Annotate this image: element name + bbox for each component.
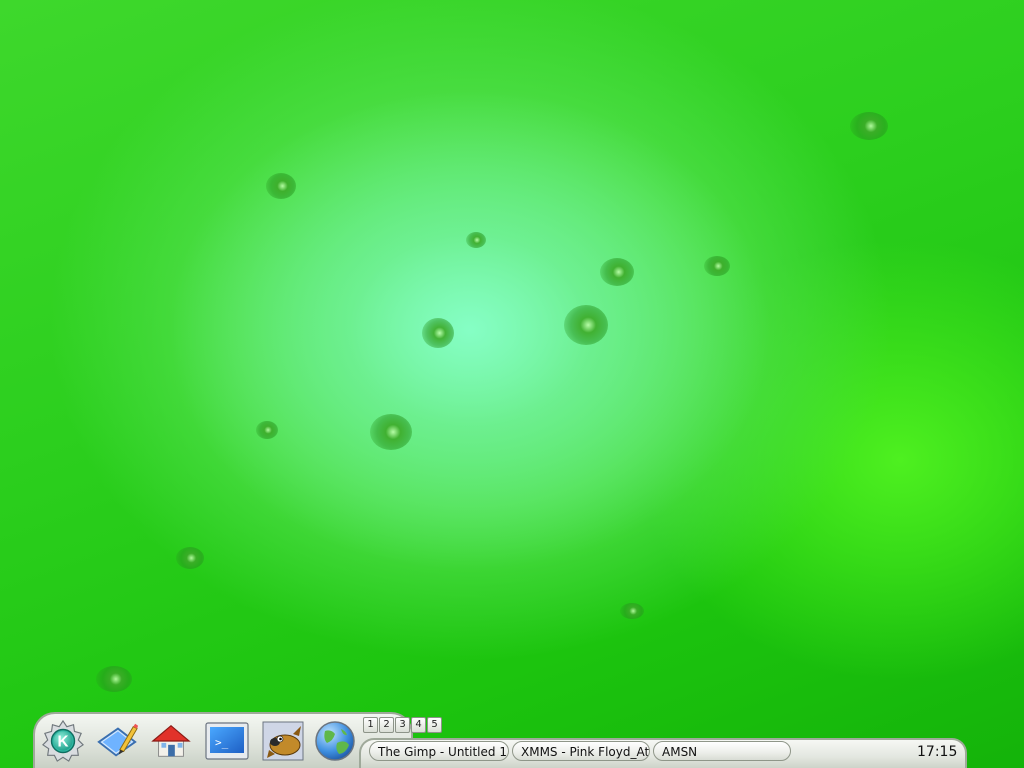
wallpaper-bubble	[370, 414, 412, 450]
gimp-wilber-icon	[262, 721, 304, 761]
wallpaper-bubble	[422, 318, 454, 348]
pager-desktop-2[interactable]: 2	[379, 717, 394, 733]
clock[interactable]: 17:15	[917, 744, 957, 760]
task-list: The Gimp - Untitled 1 XMMS - Pink Floyd_…	[369, 741, 791, 761]
pager-desktop-4[interactable]: 4	[411, 717, 426, 733]
gimp-button[interactable]	[261, 720, 305, 762]
wallpaper-bubble	[466, 232, 486, 248]
pager-desktop-5[interactable]: 5	[427, 717, 442, 733]
wallpaper-bubble	[850, 112, 888, 140]
terminal-icon: >_	[205, 722, 249, 760]
home-house-icon	[151, 724, 191, 757]
wallpaper-bubble	[704, 256, 730, 276]
kicker-panel: K >_ 1 2 3 4 5 The Gimp - Untitled 1 XMM…	[33, 712, 973, 768]
svg-text:>_: >_	[215, 736, 229, 749]
pager-desktop-3[interactable]: 3	[395, 717, 410, 733]
wallpaper-bubble	[266, 173, 296, 199]
desktop-pencil-icon	[97, 723, 139, 757]
wallpaper-bubble	[96, 666, 132, 692]
wallpaper-bubble	[564, 305, 608, 345]
kde-gear-k-icon: K	[42, 719, 84, 762]
kde-menu-button[interactable]: K	[41, 719, 85, 762]
globe-icon	[315, 721, 355, 761]
task-gimp[interactable]: The Gimp - Untitled 1	[369, 741, 509, 761]
pager-desktop-1[interactable]: 1	[363, 717, 378, 733]
terminal-button[interactable]: >_	[205, 720, 249, 762]
task-xmms[interactable]: XMMS - Pink Floyd_At	[512, 741, 650, 761]
svg-text:K: K	[57, 734, 68, 751]
wallpaper-bubble	[256, 421, 278, 439]
desktop-wallpaper[interactable]	[0, 0, 1024, 768]
home-folder-button[interactable]	[149, 720, 193, 762]
desktop-pager: 1 2 3 4 5	[363, 717, 442, 733]
desktop-access-button[interactable]	[95, 720, 139, 762]
wallpaper-bubble	[600, 258, 634, 286]
wallpaper-bubble	[176, 547, 204, 569]
wallpaper-bubble	[620, 603, 644, 619]
web-browser-button[interactable]	[313, 720, 357, 762]
task-amsn[interactable]: AMSN	[653, 741, 791, 761]
